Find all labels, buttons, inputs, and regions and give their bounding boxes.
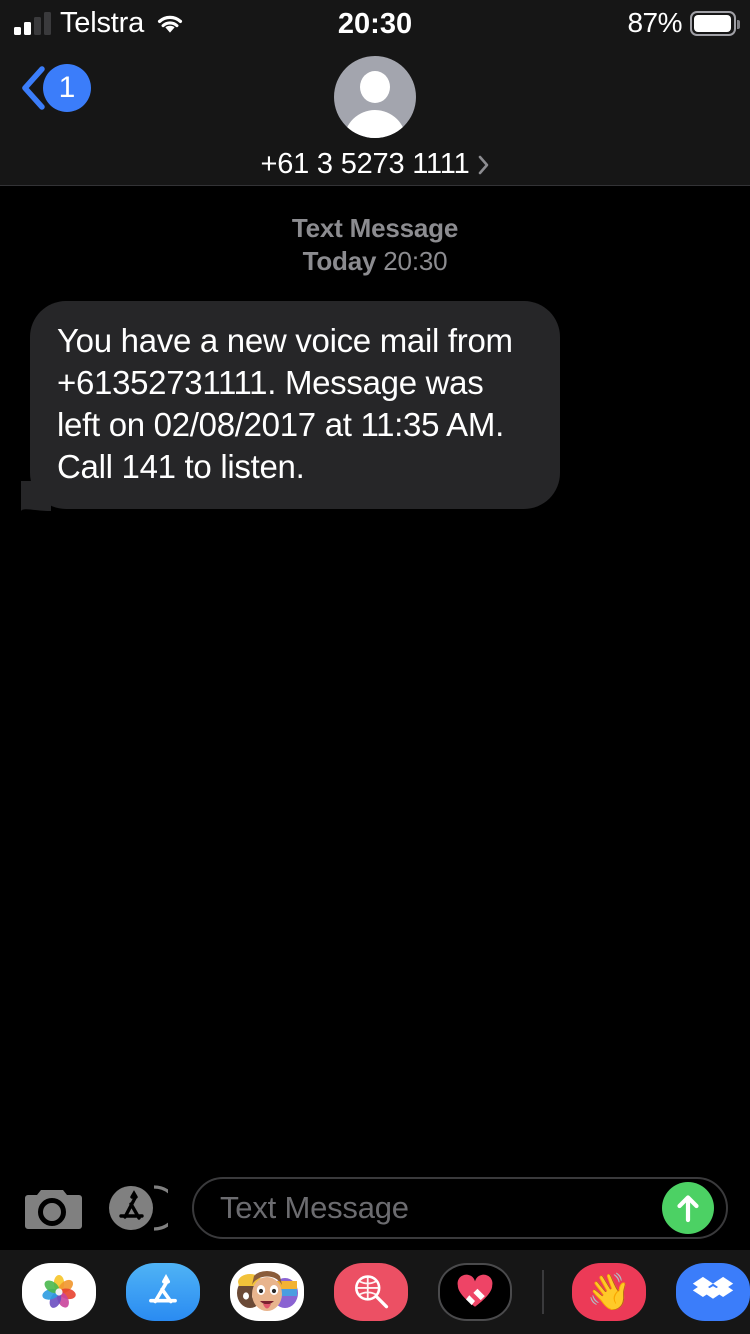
message-day-label: Today (302, 246, 377, 277)
message-text-field[interactable]: Text Message (192, 1177, 728, 1239)
message-row-incoming: You have a new voice mail from +61352731… (0, 300, 750, 512)
contact-name: +61 3 5273 1111 (260, 148, 470, 180)
send-button[interactable] (662, 1182, 714, 1234)
status-bar-right: 87% (627, 7, 740, 39)
app-drawer-item-photos[interactable] (22, 1263, 96, 1321)
message-timestamp-header: Text Message Today 20:30 (0, 212, 750, 279)
drawer-divider (542, 1270, 544, 1314)
message-kind-label: Text Message (291, 213, 459, 243)
avatar-head (360, 71, 390, 103)
app-drawer-item-memoji[interactable] (230, 1263, 304, 1321)
person-avatar-icon (334, 56, 416, 138)
status-bar: Telstra 20:30 87% (0, 0, 750, 48)
imessage-app-drawer: 👋 (0, 1250, 750, 1334)
camera-icon[interactable] (22, 1184, 82, 1232)
battery-icon (690, 10, 740, 36)
conversation-header: 1 +61 3 5273 1111 (0, 48, 750, 186)
app-drawer-item-digital-touch[interactable] (438, 1263, 512, 1321)
message-list[interactable]: Text Message Today 20:30 You have a new … (0, 186, 750, 1250)
bubble-tail (21, 479, 51, 512)
message-clock-label: 20:30 (383, 246, 448, 277)
app-drawer-item-app-store[interactable] (126, 1263, 200, 1321)
message-time-label: Today 20:30 (0, 245, 750, 278)
app-drawer-item-images[interactable] (334, 1263, 408, 1321)
chevron-right-icon (477, 154, 490, 176)
waving-hand-icon: 👋 (586, 1271, 632, 1312)
contact-details-button[interactable]: +61 3 5273 1111 (0, 56, 750, 181)
contact-name-row: +61 3 5273 1111 (260, 148, 489, 181)
app-drawer-item-dropbox[interactable] (676, 1263, 750, 1321)
app-drawer-item-wave[interactable]: 👋 (572, 1263, 646, 1321)
message-bubble[interactable]: You have a new voice mail from +61352731… (21, 300, 560, 512)
battery-fill (694, 14, 731, 32)
message-placeholder: Text Message (220, 1190, 409, 1225)
messages-app-screen: Telstra 20:30 87% 1 +61 3 5273 1111 Text… (0, 0, 750, 1334)
message-input-bar: Text Message (0, 1166, 750, 1250)
arrow-up-icon (677, 1195, 699, 1223)
app-store-icon[interactable] (102, 1180, 179, 1236)
battery-percent-label: 87% (627, 7, 682, 38)
avatar-body (344, 110, 406, 138)
